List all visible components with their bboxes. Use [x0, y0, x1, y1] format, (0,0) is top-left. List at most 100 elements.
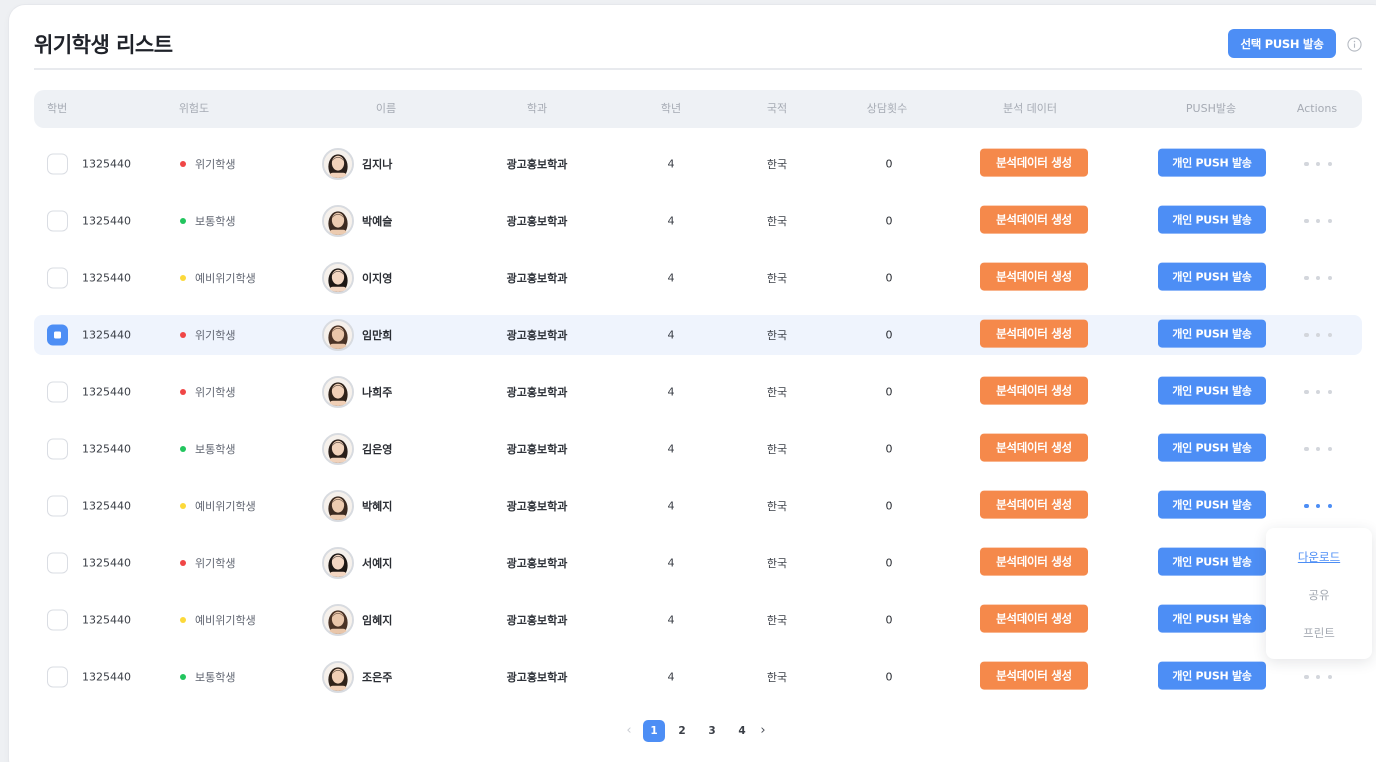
more-horizontal-icon[interactable]	[1304, 672, 1332, 682]
table-row[interactable]: 1325440 예비위기학생 이지영 광고홍보학과 4 한국 0 분석데이터 생…	[34, 258, 1362, 298]
grade: 4	[667, 613, 675, 627]
row-checkbox[interactable]	[47, 153, 68, 175]
generate-analysis-button[interactable]: 분석데이터 생성	[980, 433, 1088, 462]
counsel-count: 0	[885, 385, 893, 399]
table-row[interactable]: 1325440 보통학생 박예슬 광고홍보학과 4 한국 0 분석데이터 생성	[34, 201, 1362, 241]
row-checkbox[interactable]	[47, 552, 68, 574]
generate-analysis-button[interactable]: 분석데이터 생성	[980, 490, 1088, 519]
generate-analysis-button[interactable]: 분석데이터 생성	[980, 319, 1088, 348]
more-horizontal-icon[interactable]	[1304, 330, 1332, 340]
row-checkbox[interactable]	[47, 267, 68, 289]
page-3[interactable]: 3	[701, 720, 723, 742]
generate-analysis-button[interactable]: 분석데이터 생성	[980, 547, 1088, 576]
generate-analysis-button[interactable]: 분석데이터 생성	[980, 604, 1088, 633]
individual-push-button[interactable]: 개인 PUSH 발송	[1158, 262, 1266, 291]
counsel-count: 0	[885, 328, 893, 342]
row-checkbox[interactable]	[47, 495, 68, 517]
individual-push-button[interactable]: 개인 PUSH 발송	[1158, 433, 1266, 462]
chevron-left-icon[interactable]: ‹	[622, 720, 636, 742]
individual-push-button[interactable]: 개인 PUSH 발송	[1158, 319, 1266, 348]
student-name[interactable]: 임만희	[362, 327, 392, 343]
table-row[interactable]: 1325440 보통학생 조은주 광고홍보학과 4 한국 0 분석데이터 생성	[34, 657, 1362, 697]
row-checkbox[interactable]	[47, 324, 68, 346]
chevron-right-icon[interactable]: ›	[756, 720, 770, 742]
student-name[interactable]: 나희주	[362, 384, 392, 400]
more-horizontal-icon[interactable]	[1304, 159, 1332, 169]
risk-level: 예비위기학생	[180, 498, 256, 514]
student-name[interactable]: 서예지	[362, 555, 392, 571]
dropdown-item-print[interactable]: 프린트	[1266, 625, 1372, 641]
dropdown-item-download[interactable]: 다운로드	[1266, 549, 1372, 565]
generate-analysis-button[interactable]: 분석데이터 생성	[980, 376, 1088, 405]
row-checkbox[interactable]	[47, 438, 68, 460]
generate-analysis-button[interactable]: 분석데이터 생성	[980, 148, 1088, 177]
header-counsel-count[interactable]: 상담횟수	[867, 90, 907, 128]
table-row[interactable]: 1325440 예비위기학생 임혜지 광고홍보학과 4 한국 0 분석데이터 생…	[34, 600, 1362, 640]
generate-analysis-button[interactable]: 분석데이터 생성	[980, 661, 1088, 690]
table-row[interactable]: 1325440 보통학생 김은영 광고홍보학과 4 한국 0 분석데이터 생성	[34, 429, 1362, 469]
avatar	[322, 604, 354, 636]
risk-label: 보통학생	[195, 671, 236, 684]
risk-dot	[180, 389, 186, 395]
table-row[interactable]: 1325440 예비위기학생 박혜지 광고홍보학과 4 한국 0 분석데이터 생…	[34, 486, 1362, 526]
header-name[interactable]: 이름	[376, 90, 396, 128]
table-row[interactable]: 1325440 위기학생 나희주 광고홍보학과 4 한국 0 분석데이터 생성	[34, 372, 1362, 412]
header-analysis[interactable]: 분석 데이터	[1003, 90, 1057, 128]
nationality: 한국	[766, 329, 788, 342]
row-checkbox[interactable]	[47, 210, 68, 232]
table-row[interactable]: 1325440 위기학생 서예지 광고홍보학과 4 한국 0 분석데이터 생성	[34, 543, 1362, 583]
department: 광고홍보학과	[506, 443, 568, 456]
student-id: 1325440	[82, 499, 131, 513]
row-checkbox[interactable]	[47, 381, 68, 403]
individual-push-button[interactable]: 개인 PUSH 발송	[1158, 376, 1266, 405]
title-divider	[34, 68, 1362, 70]
header-dept[interactable]: 학과	[527, 90, 547, 128]
header-student-id[interactable]: 학번	[47, 90, 67, 128]
nationality: 한국	[766, 500, 788, 513]
individual-push-button[interactable]: 개인 PUSH 발송	[1158, 604, 1266, 633]
risk-level: 위기학생	[180, 327, 235, 343]
individual-push-button[interactable]: 개인 PUSH 발송	[1158, 205, 1266, 234]
nationality: 한국	[766, 671, 788, 684]
header-grade[interactable]: 학년	[661, 90, 681, 128]
row-checkbox[interactable]	[47, 609, 68, 631]
student-name[interactable]: 조은주	[362, 669, 392, 685]
more-horizontal-icon[interactable]	[1304, 444, 1332, 454]
table-row[interactable]: 1325440 위기학생 김지나 광고홍보학과 4 한국 0 분석데이터 생성	[34, 144, 1362, 184]
avatar	[322, 319, 354, 351]
individual-push-button[interactable]: 개인 PUSH 발송	[1158, 148, 1266, 177]
student-id: 1325440	[82, 328, 131, 342]
student-name[interactable]: 김지나	[362, 156, 392, 172]
header-nationality[interactable]: 국적	[767, 90, 787, 128]
student-id: 1325440	[82, 271, 131, 285]
student-name[interactable]: 박혜지	[362, 498, 392, 514]
more-horizontal-icon[interactable]	[1304, 273, 1332, 283]
individual-push-button[interactable]: 개인 PUSH 발송	[1158, 661, 1266, 690]
page-2[interactable]: 2	[671, 720, 693, 742]
generate-analysis-button[interactable]: 분석데이터 생성	[980, 205, 1088, 234]
actions-dropdown: 다운로드 공유 프린트	[1266, 528, 1372, 659]
student-name[interactable]: 박예슬	[362, 213, 392, 229]
individual-push-button[interactable]: 개인 PUSH 발송	[1158, 547, 1266, 576]
dropdown-item-share[interactable]: 공유	[1266, 587, 1372, 603]
header-risk[interactable]: 위험도	[179, 90, 209, 128]
info-icon[interactable]	[1347, 37, 1362, 52]
generate-analysis-button[interactable]: 분석데이터 생성	[980, 262, 1088, 291]
more-horizontal-icon[interactable]	[1304, 216, 1332, 226]
student-name[interactable]: 김은영	[362, 441, 392, 457]
more-horizontal-icon[interactable]	[1304, 501, 1332, 511]
grade: 4	[667, 442, 675, 456]
counsel-count: 0	[885, 157, 893, 171]
page-1[interactable]: 1	[643, 720, 665, 742]
student-id: 1325440	[82, 157, 131, 171]
page-4[interactable]: 4	[731, 720, 753, 742]
header-push[interactable]: PUSH발송	[1186, 90, 1236, 128]
student-name[interactable]: 이지영	[362, 270, 392, 286]
row-checkbox[interactable]	[47, 666, 68, 688]
nationality: 한국	[766, 272, 788, 285]
select-push-button[interactable]: 선택 PUSH 발송	[1228, 29, 1336, 58]
student-name[interactable]: 임혜지	[362, 612, 392, 628]
individual-push-button[interactable]: 개인 PUSH 발송	[1158, 490, 1266, 519]
table-row[interactable]: 1325440 위기학생 임만희 광고홍보학과 4 한국 0 분석데이터 생성	[34, 315, 1362, 355]
more-horizontal-icon[interactable]	[1304, 387, 1332, 397]
